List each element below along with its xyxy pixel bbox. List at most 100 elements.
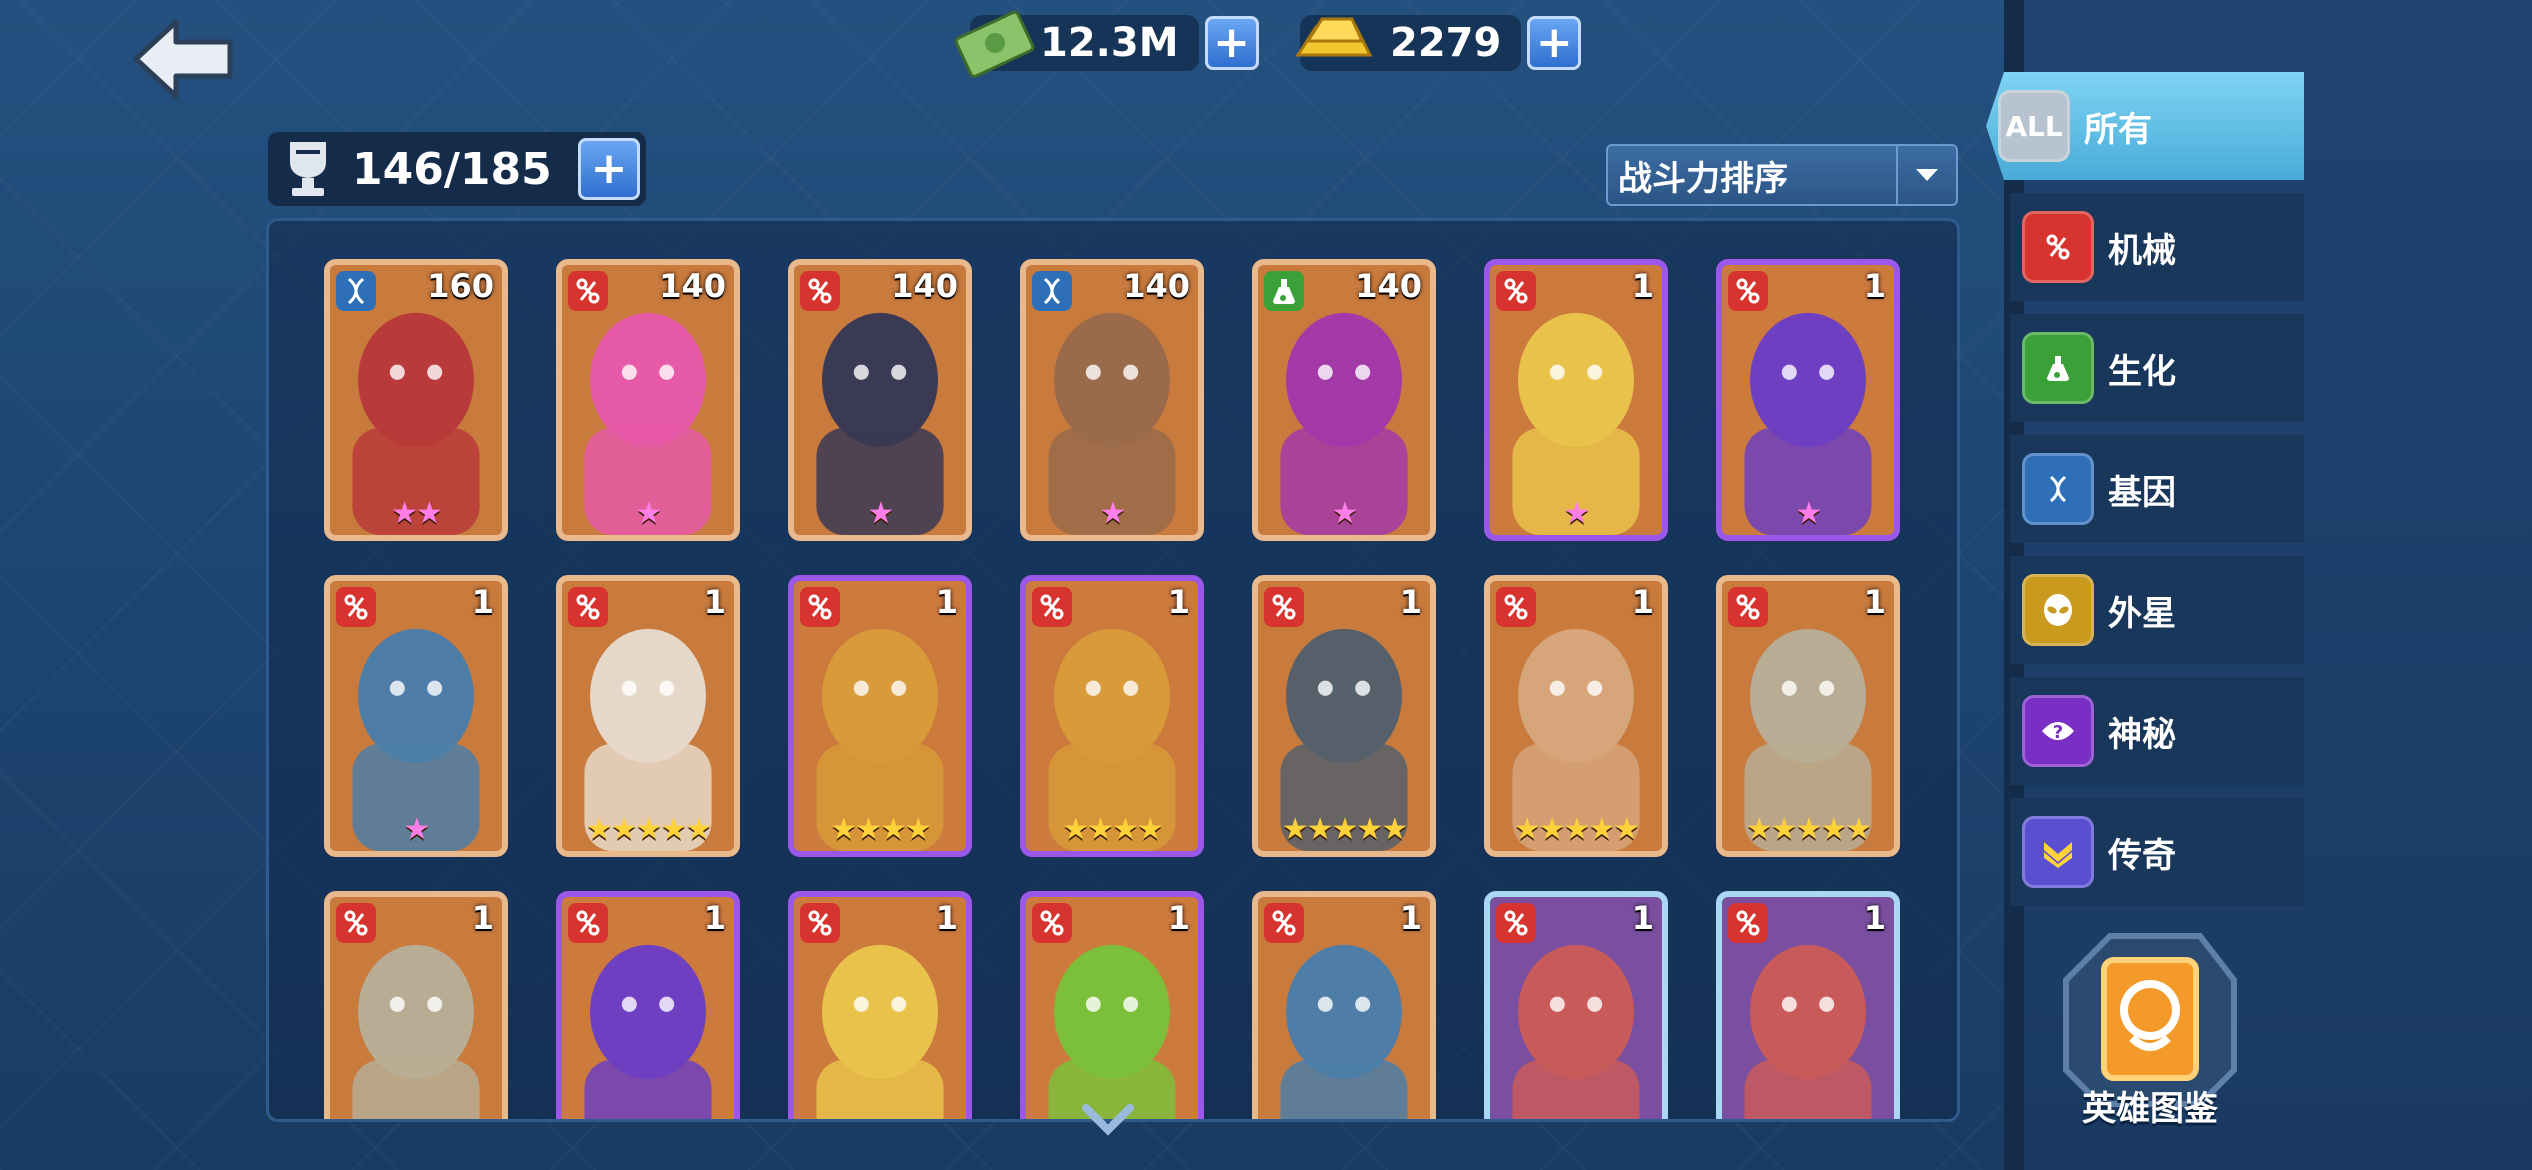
hero-card[interactable]: 160 ★★ <box>324 259 508 541</box>
bio-icon <box>2022 332 2094 404</box>
mech-class-icon <box>800 271 840 311</box>
mech-class-icon <box>800 587 840 627</box>
hero-stars: ★★★★ <box>830 812 932 847</box>
cash-value: 12.3M <box>1040 20 1179 66</box>
alien-icon <box>2022 574 2094 646</box>
hero-card[interactable]: 1 ★ <box>1716 259 1900 541</box>
bio-class-icon <box>1264 271 1304 311</box>
hero-stars: ★★★★★ <box>1513 812 1640 847</box>
mech-class-icon <box>1496 271 1536 311</box>
hero-level: 1 <box>1167 583 1190 621</box>
tab-label: 外星 <box>2108 593 2176 634</box>
mech-class-icon <box>1728 903 1768 943</box>
hero-grid-panel[interactable]: 160 ★★ 140 ★ 140 ★ 140 ★ 140 ★ 1 ★ 1 ★ 1 ★ 1 ★★★★★ 1 ★★★★ 1 ★… <box>266 218 1960 1122</box>
mech-class-icon <box>1728 271 1768 311</box>
hero-card[interactable]: 1 <box>324 891 508 1119</box>
hero-card[interactable]: 1 <box>556 891 740 1119</box>
hero-stars: ★ <box>867 496 895 531</box>
hero-level: 1 <box>703 583 726 621</box>
hero-level: 1 <box>703 899 726 937</box>
mech-class-icon <box>800 903 840 943</box>
scroll-down-icon[interactable] <box>1080 1100 1136 1140</box>
mech-class-icon <box>1032 903 1072 943</box>
hero-stars: ★★★★★ <box>1745 812 1872 847</box>
hero-level: 140 <box>1123 267 1190 305</box>
hero-level: 1 <box>1863 267 1886 305</box>
gene-class-icon <box>336 271 376 311</box>
hero-card[interactable]: 1 ★★★★★ <box>556 575 740 857</box>
mystic-icon: ? <box>2022 695 2094 767</box>
hero-level: 140 <box>659 267 726 305</box>
hero-card[interactable]: 1 ★★★★★ <box>1484 575 1668 857</box>
hero-card[interactable]: 1 ★★★★★ <box>1716 575 1900 857</box>
hero-level: 1 <box>935 899 958 937</box>
add-cash-button[interactable]: + <box>1204 16 1259 70</box>
hero-level: 1 <box>1631 583 1654 621</box>
tab-label: 机械 <box>2108 230 2176 271</box>
hero-stars: ★ <box>1795 496 1823 531</box>
gene-icon <box>2022 453 2094 525</box>
hero-card[interactable]: 1 <box>1484 891 1668 1119</box>
hero-card[interactable]: 140 ★ <box>788 259 972 541</box>
hero-stars: ★ <box>1563 496 1591 531</box>
tab-legend[interactable]: 传奇 <box>2010 798 2304 906</box>
hero-card[interactable]: 1 ★★★★ <box>1020 575 1204 857</box>
hero-stars: ★★★★ <box>1062 812 1164 847</box>
sort-label: 战斗力排序 <box>1618 158 1788 199</box>
mech-class-icon <box>336 587 376 627</box>
tab-bio[interactable]: 生化 <box>2010 314 2304 422</box>
hero-stars: ★★★★★ <box>585 812 712 847</box>
hero-level: 1 <box>471 583 494 621</box>
hero-card[interactable]: 1 ★★★★ <box>788 575 972 857</box>
mech-class-icon <box>1032 587 1072 627</box>
hero-level: 1 <box>1399 583 1422 621</box>
all-badge: ALL <box>2005 109 2063 143</box>
hero-card[interactable]: 140 ★ <box>1020 259 1204 541</box>
hero-card[interactable]: 140 ★ <box>1252 259 1436 541</box>
hero-card[interactable]: 140 ★ <box>556 259 740 541</box>
hero-stars: ★★★★★ <box>1281 812 1408 847</box>
tab-mystic[interactable]: ? 神秘 <box>2010 677 2304 785</box>
hero-card[interactable]: 1 <box>1252 891 1436 1119</box>
mech-class-icon <box>1496 903 1536 943</box>
gold-bar-icon <box>1295 17 1373 57</box>
hero-stars: ★ <box>1099 496 1127 531</box>
hero-stars: ★ <box>1331 496 1359 531</box>
tab-label: 传奇 <box>2108 835 2176 876</box>
hero-card[interactable]: 1 <box>788 891 972 1119</box>
hero-codex-button[interactable]: 英雄图鉴 <box>2050 920 2250 1140</box>
hero-card[interactable]: 1 ★ <box>324 575 508 857</box>
back-button[interactable] <box>128 14 238 104</box>
tab-all[interactable]: ALL 所有 <box>1986 72 2304 180</box>
roster-capacity: 146/185 + <box>268 132 646 206</box>
tab-mech[interactable]: 机械 <box>2010 193 2304 301</box>
hero-card[interactable]: 1 ★ <box>1484 259 1668 541</box>
hero-level: 1 <box>471 899 494 937</box>
tab-alien[interactable]: 外星 <box>2010 556 2304 664</box>
tab-label: 所有 <box>2084 109 2152 150</box>
back-arrow-icon <box>133 19 233 99</box>
mech-class-icon <box>568 587 608 627</box>
tab-gene[interactable]: 基因 <box>2010 435 2304 543</box>
mech-class-icon <box>568 903 608 943</box>
add-gold-button[interactable]: + <box>1527 16 1582 70</box>
mech-icon <box>2022 211 2094 283</box>
expand-roster-button[interactable]: + <box>578 138 640 200</box>
cash-pill: 12.3M <box>954 10 1199 78</box>
sort-dropdown[interactable]: 战斗力排序 <box>1606 144 1958 206</box>
chevron-down-icon <box>1896 146 1956 204</box>
hero-stars: ★★ <box>391 496 443 531</box>
hero-card[interactable]: 1 <box>1716 891 1900 1119</box>
tab-label: 生化 <box>2108 351 2176 392</box>
tab-label: 基因 <box>2108 472 2176 513</box>
trophy-icon <box>290 142 326 196</box>
gold-counter: 2279 + <box>1295 14 1582 72</box>
mech-class-icon <box>1728 587 1768 627</box>
hero-level: 140 <box>891 267 958 305</box>
hero-level: 160 <box>427 267 494 305</box>
tab-label: 神秘 <box>2108 714 2176 755</box>
gold-pill: 2279 <box>1295 15 1522 71</box>
roster-capacity-value: 146/185 <box>352 143 552 195</box>
hero-card[interactable]: 1 ★★★★★ <box>1252 575 1436 857</box>
hero-card[interactable]: 1 <box>1020 891 1204 1119</box>
